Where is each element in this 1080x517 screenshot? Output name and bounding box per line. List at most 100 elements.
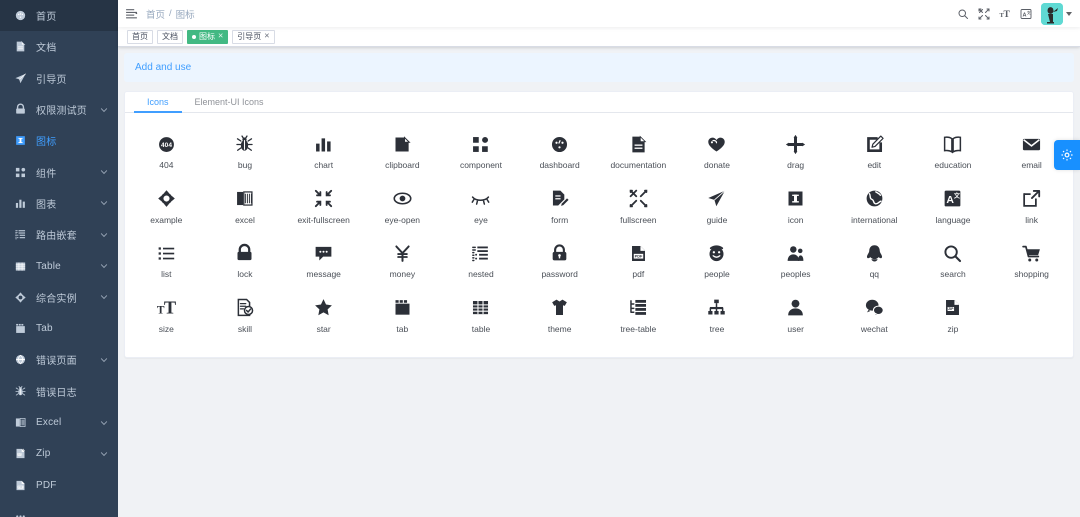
icon-cell-size[interactable]: TTsize	[127, 289, 206, 344]
icon-cell-bug[interactable]: bug	[206, 125, 285, 180]
icon-cell-donate[interactable]: donate	[678, 125, 757, 180]
avatar-dropdown[interactable]	[1041, 3, 1072, 25]
tag-文档[interactable]: 文档	[157, 30, 183, 44]
breadcrumb-home[interactable]: 首页	[146, 7, 165, 21]
hamburger-icon[interactable]	[118, 7, 146, 20]
sidebar-item-PDF[interactable]: PDFPDF	[0, 469, 118, 500]
sidebar-item-文档[interactable]: 文档	[0, 31, 118, 62]
sidebar-item-首页[interactable]: 首页	[0, 0, 118, 31]
sidebar-item-综合实例[interactable]: 综合实例	[0, 282, 118, 313]
sidebar-item-Excel[interactable]: Excel	[0, 407, 118, 438]
icon-label: zip	[948, 325, 959, 334]
icon-cell-edit[interactable]: edit	[835, 125, 914, 180]
chevron-down-icon[interactable]	[100, 450, 108, 458]
icon-cell-fullscreen[interactable]: fullscreen	[599, 180, 678, 235]
icon-cell-shopping[interactable]: shopping	[992, 234, 1071, 289]
icon-label: nested	[468, 270, 494, 279]
sidebar-item-Zip[interactable]: ZIPZip	[0, 438, 118, 469]
chevron-down-icon[interactable]	[1066, 12, 1072, 16]
search-icon[interactable]	[957, 8, 969, 20]
language-icon: A文	[942, 188, 963, 210]
sidebar-item-路由嵌套[interactable]: 路由嵌套	[0, 219, 118, 250]
tab-icons[interactable]: Icons	[134, 92, 182, 113]
sidebar-item-图表[interactable]: 图表	[0, 188, 118, 219]
icon-cell-component[interactable]: component	[442, 125, 521, 180]
icon-cell-404[interactable]: 404404	[127, 125, 206, 180]
icon-cell-eye[interactable]: eye	[442, 180, 521, 235]
avatar[interactable]	[1041, 3, 1063, 25]
icon-cell-wechat[interactable]: wechat	[835, 289, 914, 344]
close-icon[interactable]: ×	[218, 32, 223, 41]
icon-cell-icon[interactable]: icon	[756, 180, 835, 235]
size-select-icon[interactable]: T T	[999, 8, 1011, 20]
sidebar-item-组件[interactable]: 组件	[0, 156, 118, 187]
sidebar-item-权限测试页[interactable]: 权限测试页	[0, 94, 118, 125]
icon-cell-international[interactable]: international	[835, 180, 914, 235]
icon-cell-theme[interactable]: theme	[520, 289, 599, 344]
icon-cell-people[interactable]: people	[678, 234, 757, 289]
icon-cell-pdf[interactable]: PDFpdf	[599, 234, 678, 289]
icon-cell-list[interactable]: list	[127, 234, 206, 289]
icon-label: international	[851, 216, 897, 225]
icon-cell-user[interactable]: user	[756, 289, 835, 344]
icon-cell-example[interactable]: example	[127, 180, 206, 235]
sidebar-item-Tab[interactable]: Tab	[0, 313, 118, 344]
icon-cell-message[interactable]: message	[284, 234, 363, 289]
fullscreen-icon[interactable]	[978, 8, 990, 20]
chevron-down-icon[interactable]	[100, 419, 108, 427]
icon-cell-skill[interactable]: skill	[206, 289, 285, 344]
icon-cell-tab[interactable]: tab	[363, 289, 442, 344]
icon-cell-zip[interactable]: ZIPzip	[914, 289, 993, 344]
icon-cell-star[interactable]: star	[284, 289, 363, 344]
tag-首页[interactable]: 首页	[127, 30, 153, 44]
icon-cell-password[interactable]: password	[520, 234, 599, 289]
icon-cell-language[interactable]: A文language	[914, 180, 993, 235]
icon-cell-link[interactable]: link	[992, 180, 1071, 235]
icon-cell-clipboard[interactable]: clipboard	[363, 125, 442, 180]
icon-cell-drag[interactable]: drag	[756, 125, 835, 180]
sidebar-item-引导页[interactable]: 引导页	[0, 63, 118, 94]
icon-cell-dashboard[interactable]: dashboard	[520, 125, 599, 180]
settings-panel-button[interactable]	[1054, 140, 1080, 170]
chevron-down-icon[interactable]	[100, 262, 108, 270]
chevron-down-icon[interactable]	[100, 356, 108, 364]
close-icon[interactable]: ×	[264, 32, 269, 41]
tag-图标[interactable]: 图标×	[187, 30, 228, 44]
icon-cell-chart[interactable]: chart	[284, 125, 363, 180]
icon-cell-money[interactable]: money	[363, 234, 442, 289]
icon-cell-tree[interactable]: tree	[678, 289, 757, 344]
tag-引导页[interactable]: 引导页×	[232, 30, 274, 44]
sidebar-item-label: PDF	[36, 480, 108, 491]
icon-cell-table[interactable]: table	[442, 289, 521, 344]
sidebar-item-Table[interactable]: Table	[0, 250, 118, 281]
sidebar-item-错误日志[interactable]: 错误日志	[0, 376, 118, 407]
icon-cell-qq[interactable]: qq	[835, 234, 914, 289]
tab-element-ui-icons[interactable]: Element-UI Icons	[182, 92, 277, 113]
clipboard-icon	[392, 133, 413, 155]
chevron-down-icon[interactable]	[100, 106, 108, 114]
chevron-down-icon[interactable]	[100, 231, 108, 239]
icon-cell-guide[interactable]: guide	[678, 180, 757, 235]
icon-label: 404	[159, 161, 173, 170]
chevron-down-icon[interactable]	[100, 168, 108, 176]
icon-cell-search[interactable]: search	[914, 234, 993, 289]
icon-cell-lock[interactable]: lock	[206, 234, 285, 289]
icon-cell-excel[interactable]: excel	[206, 180, 285, 235]
icon-cell-nested[interactable]: nested	[442, 234, 521, 289]
sidebar-item-错误页面[interactable]: 错误页面	[0, 344, 118, 375]
sidebar-item-图标[interactable]: 图标	[0, 125, 118, 156]
icon-label: donate	[704, 161, 730, 170]
chevron-down-icon[interactable]	[100, 199, 108, 207]
language-icon[interactable]: A 文	[1020, 8, 1032, 20]
sidebar-item-more[interactable]	[0, 501, 118, 517]
icon-cell-form[interactable]: form	[520, 180, 599, 235]
icon-cell-eye-open[interactable]: eye-open	[363, 180, 442, 235]
icon-cell-documentation[interactable]: documentation	[599, 125, 678, 180]
people-icon	[706, 242, 727, 264]
icon-cell-education[interactable]: education	[914, 125, 993, 180]
icon-cell-tree-table[interactable]: tree-table	[599, 289, 678, 344]
icon-label: lock	[237, 270, 252, 279]
icon-cell-exit-fullscreen[interactable]: exit-fullscreen	[284, 180, 363, 235]
chevron-down-icon[interactable]	[100, 293, 108, 301]
icon-cell-peoples[interactable]: peoples	[756, 234, 835, 289]
